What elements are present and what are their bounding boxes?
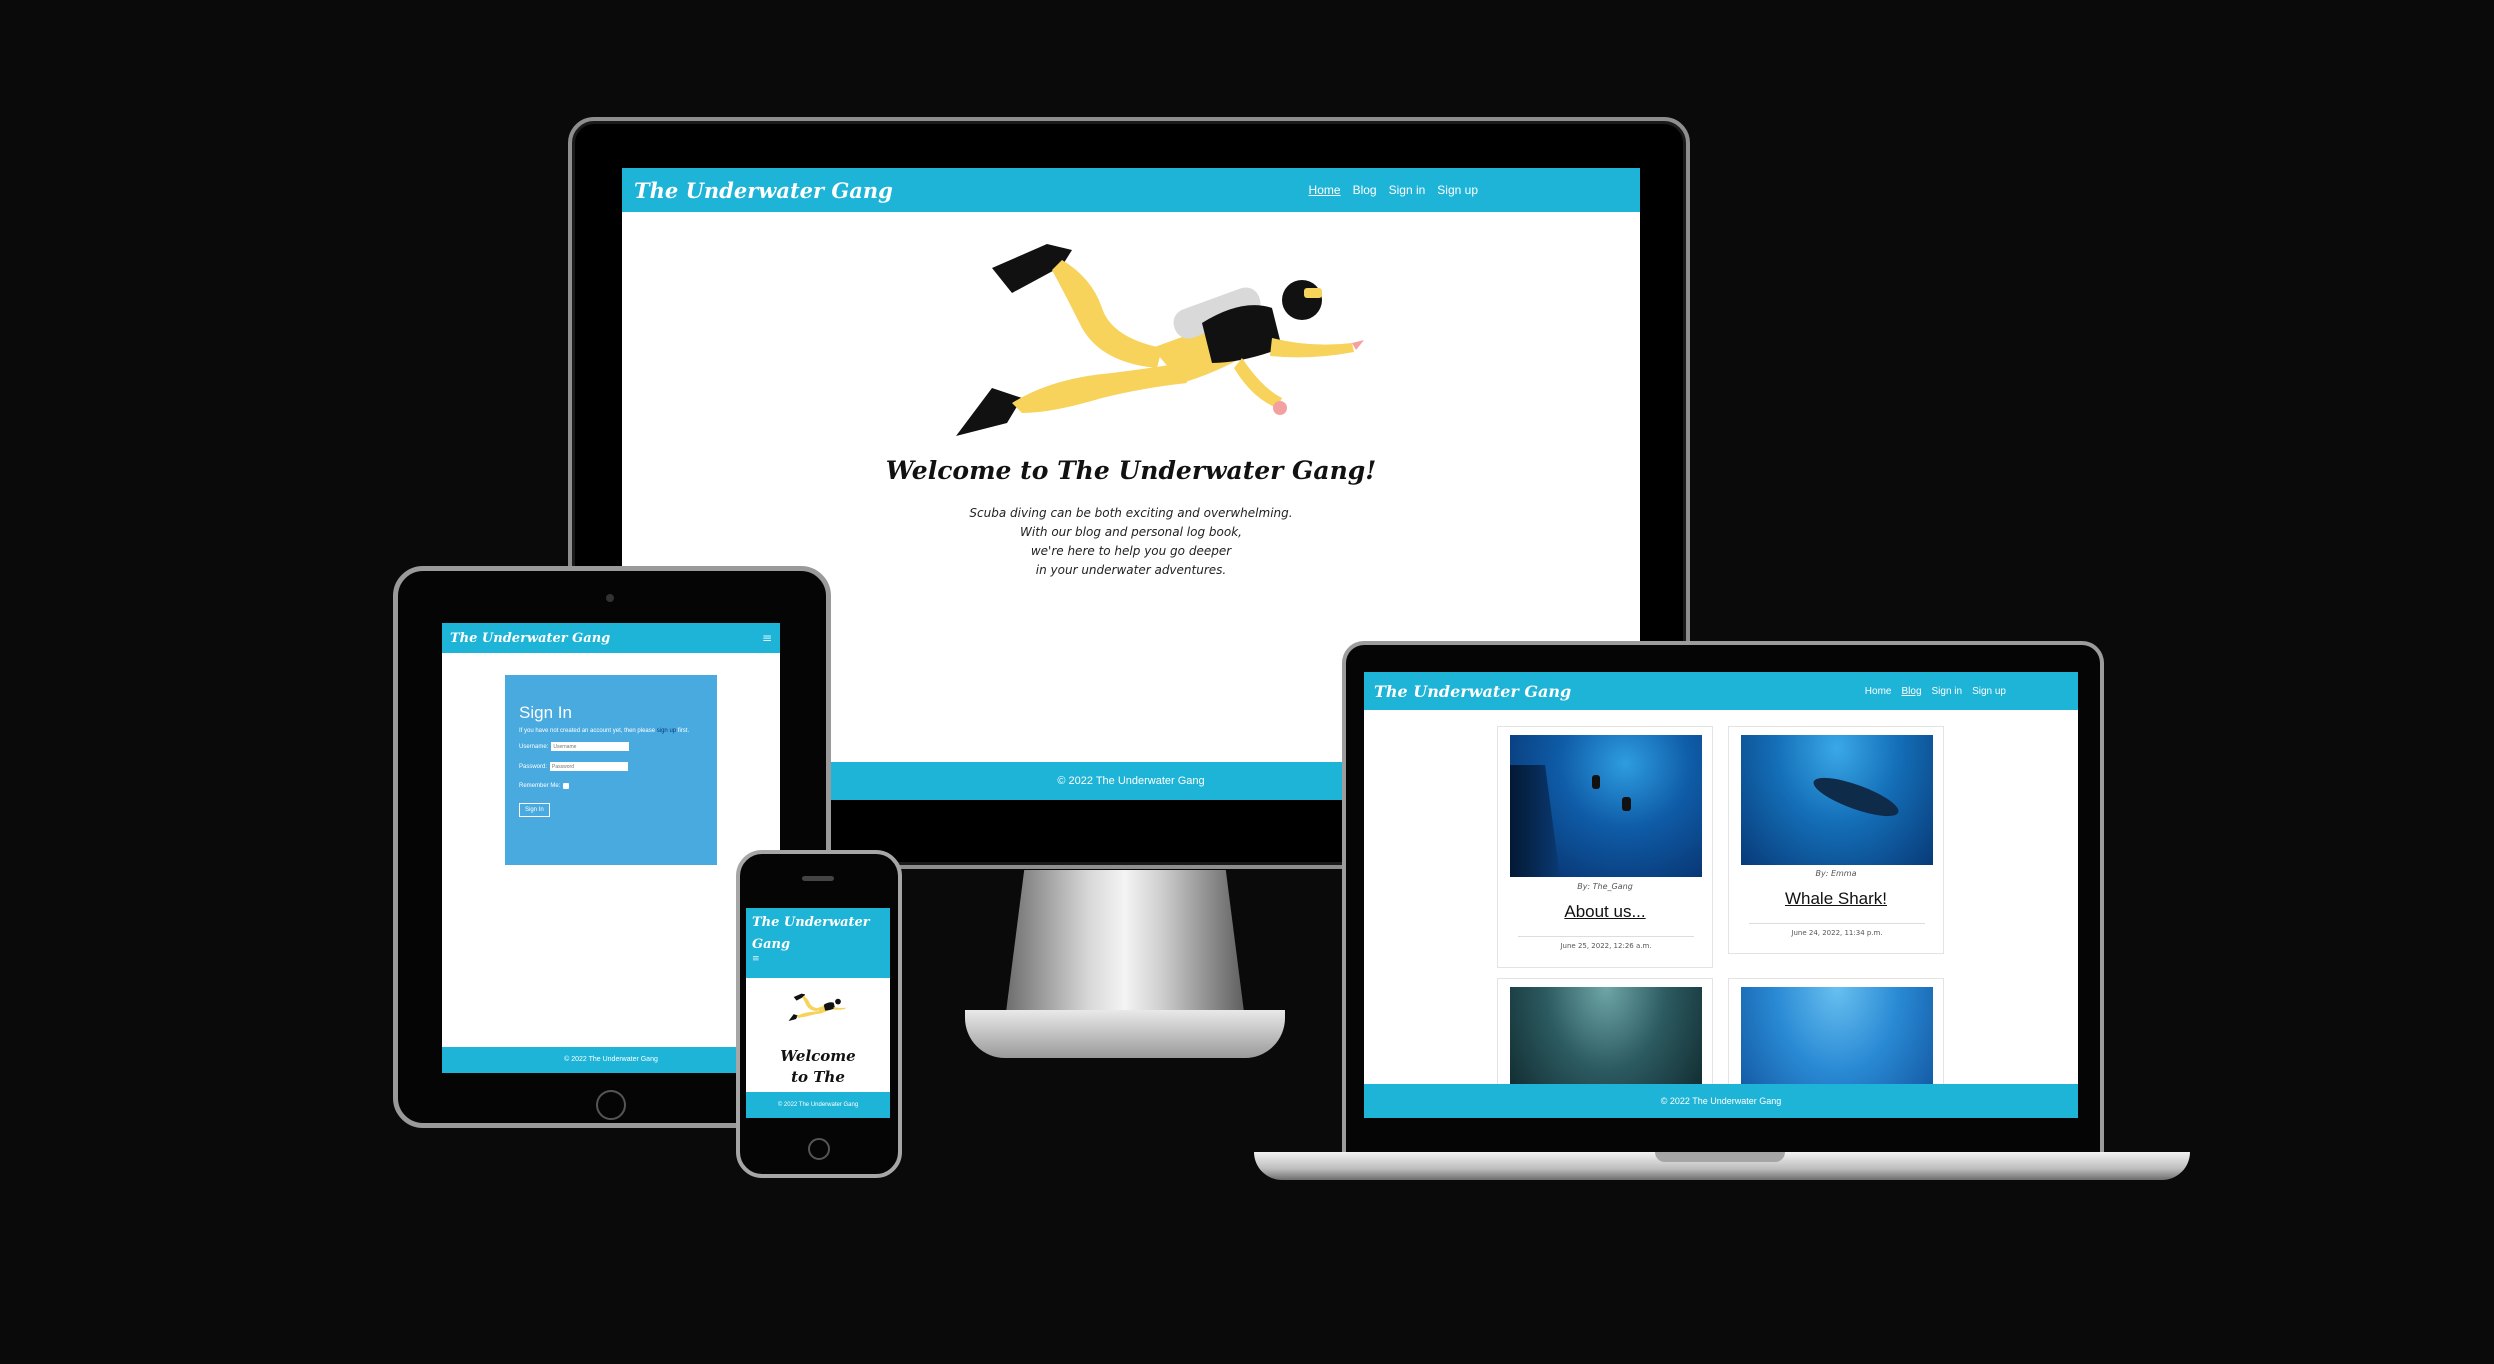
post-date: June 25, 2022, 12:26 a.m. xyxy=(1518,936,1694,950)
navbar: The Underwater Gang ≡ xyxy=(442,623,780,653)
password-label: Password: xyxy=(519,763,548,770)
intro-line: Scuba diving can be both exciting and ov… xyxy=(969,506,1293,520)
signin-note-text: first. xyxy=(677,728,690,734)
welcome-heading: Welcome to The Underwater Gang! xyxy=(885,456,1377,485)
brand-logo[interactable]: The Underwater Gang xyxy=(1374,682,1571,701)
blog-photo xyxy=(1510,735,1702,877)
brand-line: Gang xyxy=(752,937,791,952)
welcome-line: Welcome xyxy=(780,1047,856,1065)
diver-illustration xyxy=(788,993,846,1021)
nav-sign-up[interactable]: Sign up xyxy=(1437,183,1478,197)
phone-home-button xyxy=(808,1138,830,1160)
reef-wall xyxy=(1510,765,1560,877)
intro-line: we're here to help you go deeper xyxy=(1030,544,1232,558)
intro-line: With our blog and personal log book, xyxy=(1020,525,1242,539)
tablet-camera xyxy=(606,594,614,602)
welcome-heading: Welcome to The xyxy=(746,1046,890,1088)
navbar: The Underwater Gang Home Blog Sign in Si… xyxy=(1364,672,2078,710)
post-title[interactable]: About us... xyxy=(1498,902,1712,922)
signin-note: If you have not created an account yet, … xyxy=(519,727,703,736)
phone-screen: The Underwater Gang ≡ Welcome to The © 2… xyxy=(746,908,890,1118)
brand-logo[interactable]: The Underwater Gang xyxy=(634,178,893,203)
nav-home[interactable]: Home xyxy=(1309,183,1341,197)
remember-checkbox[interactable] xyxy=(563,783,570,789)
remember-label: Remember Me: xyxy=(519,783,561,789)
navbar: The Underwater Gang ≡ xyxy=(746,908,890,978)
remember-row: Remember Me: xyxy=(519,783,703,789)
footer: © 2022 The Underwater Gang xyxy=(442,1047,780,1073)
tablet-screen: The Underwater Gang ≡ Sign In If you hav… xyxy=(442,623,780,1073)
hamburger-icon[interactable]: ≡ xyxy=(762,631,772,645)
password-input[interactable] xyxy=(550,762,629,771)
nav-links: Home Blog Sign in Sign up xyxy=(1865,686,2006,697)
tablet-home-button xyxy=(596,1090,626,1120)
nav-sign-in[interactable]: Sign in xyxy=(1932,686,1963,697)
signin-note-text: If you have not created an account yet, … xyxy=(519,728,656,734)
diver-silhouette xyxy=(1622,797,1631,811)
nav-sign-in[interactable]: Sign in xyxy=(1389,183,1426,197)
nav-sign-up[interactable]: Sign up xyxy=(1972,686,2006,697)
brand-logo[interactable]: The Underwater Gang xyxy=(752,912,884,956)
whale-shark xyxy=(1809,770,1903,824)
monitor-stand-base xyxy=(965,1010,1285,1058)
signin-title: Sign In xyxy=(519,703,572,722)
nav-blog[interactable]: Blog xyxy=(1901,686,1921,697)
brand-logo[interactable]: The Underwater Gang xyxy=(450,631,610,646)
username-input[interactable] xyxy=(551,742,630,751)
brand-line: The Underwater xyxy=(752,915,870,930)
blog-card[interactable]: By: Emma Whale Shark! June 24, 2022, 11:… xyxy=(1728,726,1944,954)
phone-speaker xyxy=(802,876,834,881)
signin-button[interactable]: Sign In xyxy=(519,803,550,817)
post-title[interactable]: Whale Shark! xyxy=(1729,889,1943,909)
signin-panel: Sign In If you have not created an accou… xyxy=(505,675,717,865)
navbar: The Underwater Gang Home Blog Sign in Si… xyxy=(622,168,1640,212)
nav-home[interactable]: Home xyxy=(1865,686,1892,697)
laptop-screen: The Underwater Gang Home Blog Sign in Si… xyxy=(1364,672,2078,1118)
laptop-notch xyxy=(1655,1152,1785,1162)
welcome-line: to The xyxy=(791,1068,845,1086)
post-date: June 24, 2022, 11:34 p.m. xyxy=(1749,923,1925,937)
monitor-stand xyxy=(1005,870,1245,1020)
post-author: By: The_Gang xyxy=(1577,882,1633,891)
footer: © 2022 The Underwater Gang xyxy=(746,1092,890,1118)
nav-links: Home Blog Sign in Sign up xyxy=(1309,183,1478,197)
username-row: Username: xyxy=(519,742,703,751)
post-author: By: Emma xyxy=(1815,869,1857,878)
username-label: Username: xyxy=(519,743,549,750)
blog-photo xyxy=(1741,735,1933,865)
diver-illustration xyxy=(956,244,1364,436)
footer: © 2022 The Underwater Gang xyxy=(1364,1084,2078,1118)
diver-silhouette xyxy=(1592,775,1600,789)
nav-blog[interactable]: Blog xyxy=(1353,183,1377,197)
password-row: Password: xyxy=(519,762,703,771)
blog-card[interactable]: By: The_Gang About us... June 25, 2022, … xyxy=(1497,726,1713,968)
signup-link[interactable]: sign up xyxy=(657,728,676,734)
